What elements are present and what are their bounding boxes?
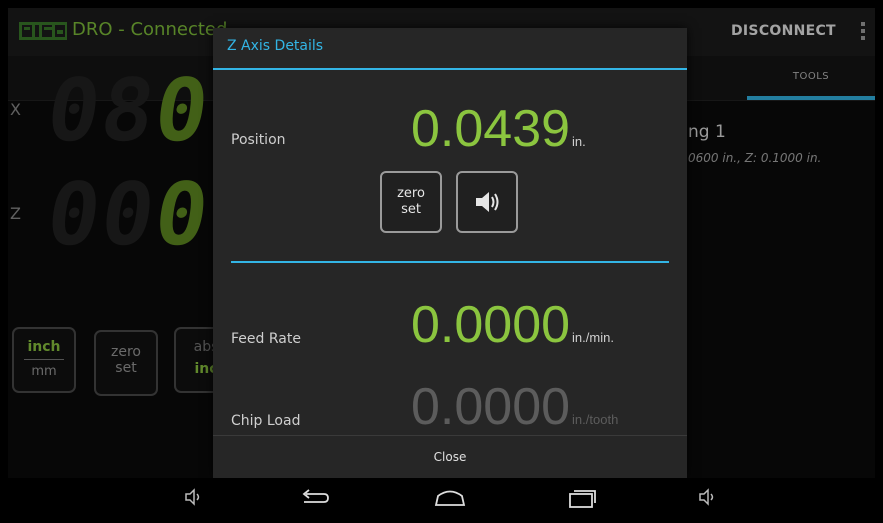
chip-load-number: 0.0000	[411, 378, 571, 436]
chip-load-unit: in./tooth	[572, 412, 619, 427]
position-value: 0.0439 in.	[411, 103, 586, 155]
app-screen: DRO - Connected DISCONNECT S TOOLS ng 1 …	[8, 8, 875, 515]
feed-rate-label: Feed Rate	[231, 331, 301, 347]
position-unit: in.	[572, 134, 586, 149]
z-axis-details-dialog: Z Axis Details Position 0.0439 in. zero s…	[213, 28, 687, 479]
close-button[interactable]: Close	[213, 435, 687, 479]
volume-up-icon[interactable]	[688, 484, 724, 510]
speaker-icon	[476, 192, 499, 212]
dialog-title-divider	[213, 68, 687, 70]
back-icon[interactable]	[296, 484, 332, 510]
zero-set-line2: set	[401, 202, 421, 217]
zero-set-button-dialog[interactable]: zero set	[380, 171, 442, 233]
section-divider	[231, 261, 669, 263]
close-label: Close	[433, 450, 467, 464]
recent-apps-icon[interactable]	[564, 484, 600, 510]
speak-button[interactable]	[456, 171, 518, 233]
feed-rate-unit: in./min.	[572, 330, 614, 345]
position-label: Position	[231, 132, 286, 148]
chip-load-value: 0.0000 in./tooth	[411, 381, 618, 433]
system-nav-bar	[8, 478, 875, 515]
dialog-header: Z Axis Details	[213, 28, 687, 69]
feed-rate-number: 0.0000	[411, 296, 571, 354]
dialog-title: Z Axis Details	[227, 38, 324, 54]
feed-rate-value: 0.0000 in./min.	[411, 299, 614, 351]
volume-down-icon[interactable]	[174, 484, 210, 510]
chip-load-label: Chip Load	[231, 413, 301, 429]
home-icon[interactable]	[432, 484, 468, 510]
position-number: 0.0439	[411, 100, 571, 158]
zero-set-line1: zero	[397, 186, 425, 201]
